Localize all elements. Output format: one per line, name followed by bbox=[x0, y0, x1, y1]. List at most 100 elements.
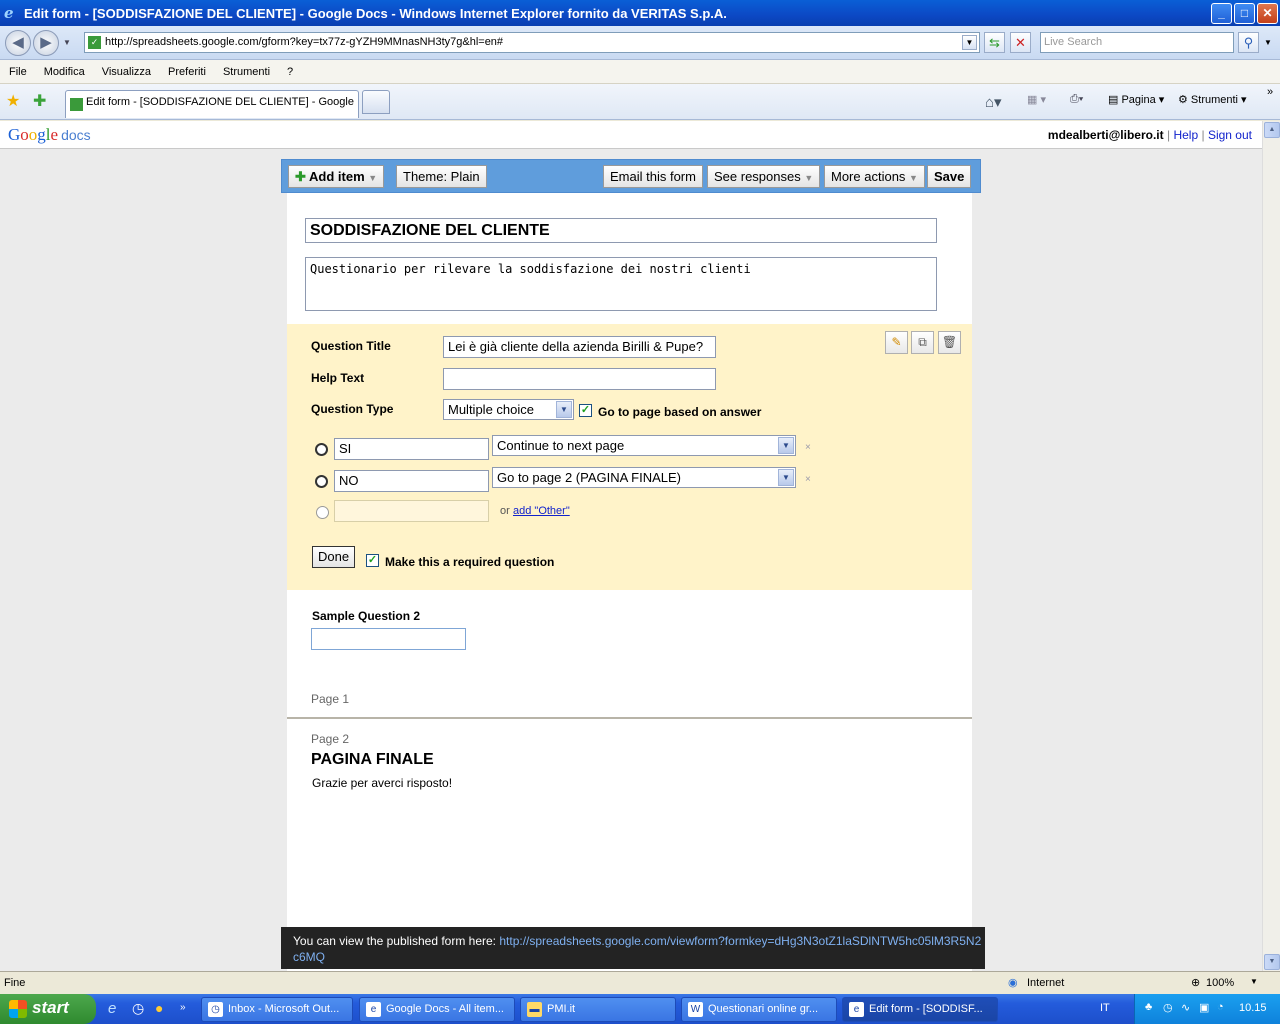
favorites-star-icon[interactable]: ★ bbox=[6, 91, 20, 111]
page-menu-label: Pagina bbox=[1121, 94, 1156, 106]
goto-page-checkbox[interactable]: ✓ bbox=[579, 404, 592, 417]
home-icon[interactable]: ⌂▾ bbox=[985, 93, 1002, 111]
separator: | bbox=[1201, 128, 1205, 142]
taskbar-item-edit-form[interactable]: e Edit form - [SODDISF... bbox=[842, 997, 998, 1022]
option-1-route-select[interactable]: Continue to next page ▼ bbox=[492, 435, 796, 456]
live-search-input[interactable]: Live Search bbox=[1040, 32, 1234, 53]
refresh-button[interactable]: ⇆ bbox=[984, 32, 1005, 53]
new-tab-button[interactable] bbox=[362, 90, 390, 114]
quicklaunch-more-icon[interactable]: » bbox=[180, 1002, 186, 1013]
more-actions-button[interactable]: More actions ▼ bbox=[824, 165, 925, 188]
refresh-icon: ⇆ bbox=[989, 35, 1000, 50]
clock[interactable]: 10.15 bbox=[1239, 1002, 1267, 1014]
sign-out-link[interactable]: Sign out bbox=[1208, 128, 1252, 142]
url-dropdown-icon[interactable]: ▼ bbox=[962, 35, 977, 50]
chrome-quicklaunch-icon[interactable]: ● bbox=[155, 1000, 163, 1016]
add-favorite-icon[interactable]: ✚ bbox=[33, 91, 46, 111]
see-responses-label: See responses bbox=[714, 169, 801, 184]
address-input[interactable]: ✓ http://spreadsheets.google.com/gform?k… bbox=[84, 32, 980, 53]
tray-icon[interactable]: ◷ bbox=[1163, 1001, 1173, 1014]
print-icon[interactable]: ⎙▾ bbox=[1070, 93, 1083, 106]
form-title-input[interactable]: SODDISFAZIONE DEL CLIENTE bbox=[305, 218, 937, 243]
menu-preferiti[interactable]: Preferiti bbox=[168, 66, 206, 78]
stop-button[interactable]: ✕ bbox=[1010, 32, 1031, 53]
add-other-link[interactable]: add "Other" bbox=[513, 505, 570, 517]
tray-icon[interactable]: ▣ bbox=[1199, 1001, 1209, 1014]
taskbar-item-google-docs[interactable]: e Google Docs - All item... bbox=[359, 997, 515, 1022]
menu-file[interactable]: File bbox=[9, 66, 27, 78]
question-type-select[interactable]: Multiple choice ▼ bbox=[443, 399, 574, 420]
question-title-label: Question Title bbox=[311, 339, 391, 353]
tray-icon[interactable]: ∿ bbox=[1181, 1001, 1190, 1014]
maximize-button[interactable]: □ bbox=[1234, 3, 1255, 24]
question-title-input[interactable]: Lei è già cliente della azienda Birilli … bbox=[443, 336, 716, 358]
windows-logo-icon bbox=[9, 1000, 27, 1018]
language-indicator[interactable]: IT bbox=[1100, 1002, 1110, 1014]
menu-help[interactable]: ? bbox=[287, 66, 293, 78]
scroll-down-icon[interactable]: ▼ bbox=[1264, 954, 1280, 970]
gear-icon: ⚙ bbox=[1178, 94, 1191, 106]
add-item-button[interactable]: ✚ Add item ▼ bbox=[288, 165, 385, 188]
chevron-down-icon: ▼ bbox=[368, 173, 378, 183]
option-1-route-value: Continue to next page bbox=[497, 438, 625, 453]
task-label: Edit form - [SODDISF... bbox=[869, 1003, 983, 1015]
page-icon: ▤ bbox=[1108, 94, 1122, 106]
remove-option-1-button[interactable]: × bbox=[805, 442, 811, 453]
vertical-scrollbar[interactable]: ▲ ▼ bbox=[1262, 121, 1280, 971]
taskbar-item-questionari[interactable]: W Questionari online gr... bbox=[681, 997, 837, 1022]
edit-pencil-icon[interactable]: ✎ bbox=[885, 331, 908, 354]
help-link[interactable]: Help bbox=[1173, 128, 1198, 142]
zoom-dropdown-icon[interactable]: ▼ bbox=[1250, 977, 1258, 986]
feeds-icon[interactable]: ▦ ▾ bbox=[1027, 93, 1046, 106]
google-docs-logo[interactable]: Google docs bbox=[8, 125, 91, 145]
option-1-input[interactable]: SI bbox=[334, 438, 489, 460]
tools-menu[interactable]: ⚙ Strumenti ▾ bbox=[1178, 93, 1247, 106]
duplicate-icon[interactable]: ⧉ bbox=[911, 331, 934, 354]
tab-edit-form[interactable]: Edit form - [SODDISFAZIONE DEL CLIENTE] … bbox=[65, 90, 359, 118]
logo-letter: o bbox=[20, 125, 29, 144]
page-menu[interactable]: ▤ Pagina ▾ bbox=[1108, 93, 1164, 106]
new-option-input[interactable] bbox=[334, 500, 489, 522]
sample-question-input[interactable] bbox=[311, 628, 466, 650]
history-dropdown-icon[interactable]: ▼ bbox=[63, 38, 71, 47]
menu-strumenti[interactable]: Strumenti bbox=[223, 66, 270, 78]
outlook-quicklaunch-icon[interactable]: ◷ bbox=[132, 1000, 144, 1017]
separator: | bbox=[1166, 128, 1171, 142]
see-responses-button[interactable]: See responses ▼ bbox=[707, 165, 821, 188]
required-checkbox[interactable]: ✓ bbox=[366, 554, 379, 567]
tray-icon[interactable]: ♣ bbox=[1145, 1001, 1152, 1013]
menu-modifica[interactable]: Modifica bbox=[44, 66, 85, 78]
save-button[interactable]: Save bbox=[927, 165, 972, 188]
form-description-input[interactable]: Questionario per rilevare la soddisfazio… bbox=[305, 257, 937, 311]
ie-quicklaunch-icon[interactable]: e bbox=[108, 1000, 116, 1017]
task-label: Google Docs - All item... bbox=[386, 1003, 504, 1015]
taskbar-item-pmi[interactable]: ▬ PMI.it bbox=[520, 997, 676, 1022]
option-2-input[interactable]: NO bbox=[334, 470, 489, 492]
trash-icon[interactable]: 🗑 bbox=[938, 331, 961, 354]
user-email: mdealberti@libero.it bbox=[1047, 128, 1164, 142]
taskbar-item-outlook[interactable]: ◷ Inbox - Microsoft Out... bbox=[201, 997, 353, 1022]
scroll-up-icon[interactable]: ▲ bbox=[1264, 122, 1280, 138]
status-text: Fine bbox=[4, 977, 26, 989]
account-links: mdealberti@libero.it | Help | Sign out bbox=[1048, 128, 1252, 142]
help-text-input[interactable] bbox=[443, 368, 716, 390]
start-button[interactable]: start bbox=[0, 994, 96, 1024]
email-form-button[interactable]: Email this form bbox=[603, 165, 703, 188]
remove-option-2-button[interactable]: × bbox=[805, 474, 811, 485]
forward-button[interactable]: ▶ bbox=[33, 30, 59, 56]
theme-button[interactable]: Theme: Plain bbox=[396, 165, 487, 188]
option-2-route-select[interactable]: Go to page 2 (PAGINA FINALE) ▼ bbox=[492, 467, 796, 488]
back-button[interactable]: ◀ bbox=[5, 30, 31, 56]
zoom-level[interactable]: 100% bbox=[1206, 977, 1234, 989]
close-button[interactable]: ✕ bbox=[1257, 3, 1278, 24]
done-button[interactable]: Done bbox=[312, 546, 356, 568]
task-label: Questionari online gr... bbox=[708, 1003, 819, 1015]
search-options-icon[interactable]: ▼ bbox=[1264, 38, 1272, 47]
chevron-more-icon[interactable]: » bbox=[1267, 86, 1273, 98]
window-title-bar[interactable]: e Edit form - [SODDISFAZIONE DEL CLIENTE… bbox=[0, 0, 1280, 26]
google-bar: Google docs mdealberti@libero.it | Help |… bbox=[0, 121, 1262, 149]
search-button[interactable]: ⚲ bbox=[1238, 32, 1259, 53]
menu-visualizza[interactable]: Visualizza bbox=[102, 66, 151, 78]
tray-icon[interactable]: ◔ bbox=[1217, 1001, 1224, 1013]
minimize-button[interactable]: _ bbox=[1211, 3, 1232, 24]
